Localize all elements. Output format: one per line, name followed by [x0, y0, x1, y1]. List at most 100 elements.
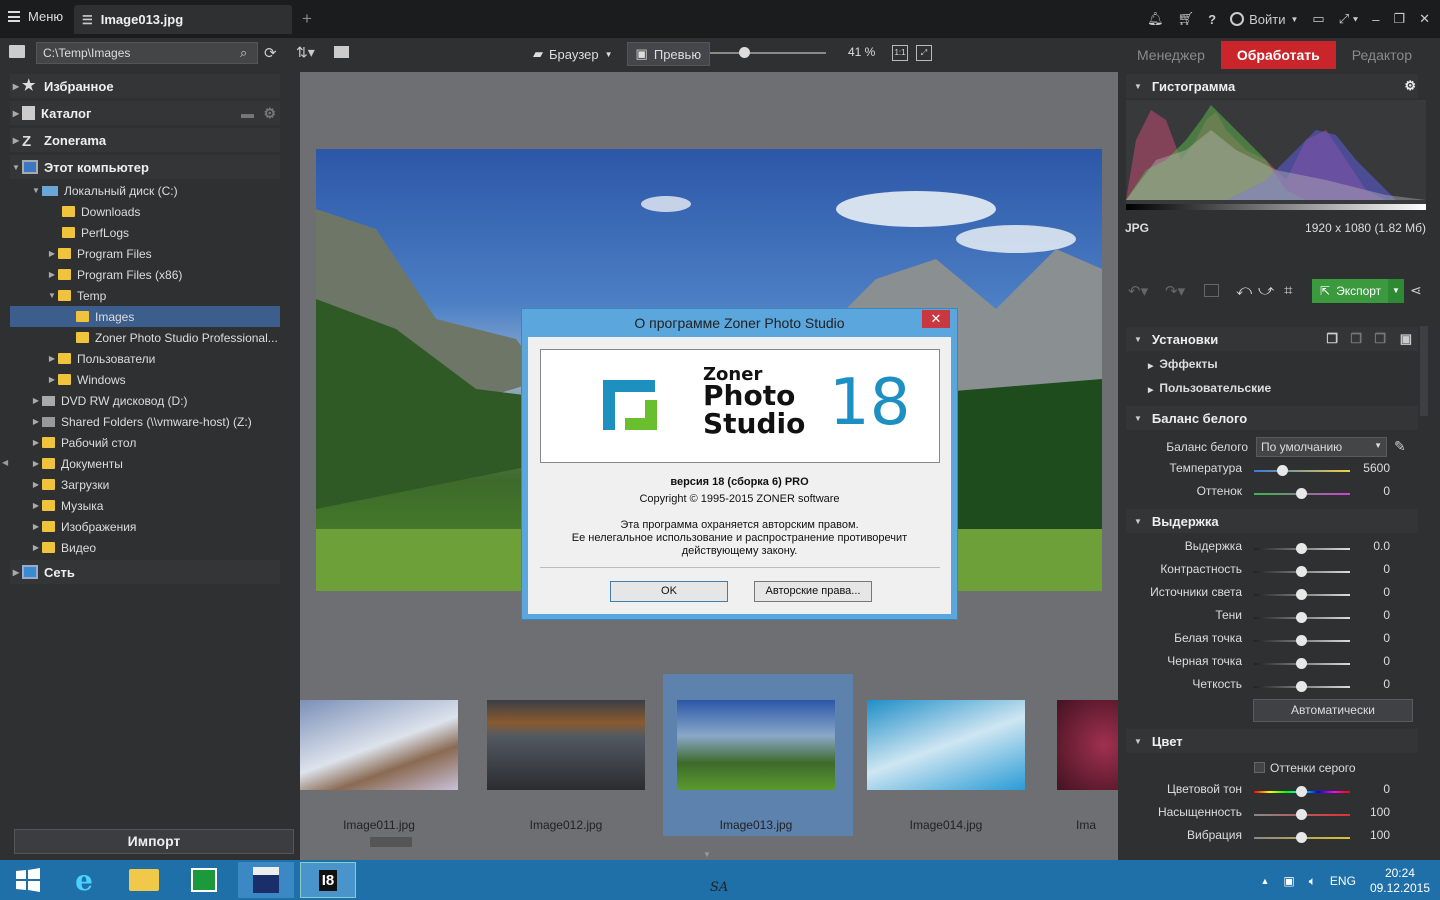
tree-this-pc[interactable]: ▼ Этот компьютер: [10, 155, 280, 179]
histogram-settings-icon[interactable]: ⚙: [1404, 78, 1416, 94]
slider-vibrance[interactable]: Вибрация 100: [1126, 828, 1416, 846]
search-icon[interactable]: ⌕: [240, 45, 247, 61]
tab-develop[interactable]: Обработать: [1220, 41, 1336, 69]
filmstrip-thumb[interactable]: Image012.jpg: [487, 674, 677, 836]
export-dropdown-button[interactable]: ▼: [1388, 279, 1404, 303]
tree-network[interactable]: ▶ Сеть: [10, 560, 280, 584]
slider-knob[interactable]: [1296, 832, 1307, 843]
tree-item[interactable]: PerfLogs: [50, 222, 320, 243]
tree-item[interactable]: ▶ DVD RW дисковод (D:): [30, 390, 300, 411]
slider-knob[interactable]: [1296, 681, 1307, 692]
paste-settings-icon[interactable]: ❐: [1350, 331, 1362, 347]
slider-hue[interactable]: Цветовой тон 0: [1126, 782, 1416, 800]
tree-item[interactable]: ▶ Windows: [46, 369, 316, 390]
filmstrip-thumb-selected[interactable]: Image013.jpg: [663, 674, 853, 836]
ie-taskbar-icon[interactable]: e: [56, 862, 112, 898]
clock[interactable]: 20:24 09.12.2015: [1370, 866, 1430, 896]
minimize-button[interactable]: ‒: [1372, 12, 1379, 27]
slider-knob[interactable]: [1296, 658, 1307, 669]
slider-shadows[interactable]: Тени 0: [1126, 608, 1416, 626]
bell-icon[interactable]: 🔔︎: [1147, 11, 1164, 27]
slider-knob[interactable]: [1277, 465, 1288, 476]
zoom-slider[interactable]: [710, 52, 826, 54]
eyedropper-icon[interactable]: ✎: [1394, 438, 1406, 455]
slider-exposure[interactable]: Выдержка 0.0: [1126, 539, 1416, 557]
tree-item[interactable]: ▶ Program Files (x86): [46, 264, 316, 285]
tab-manager[interactable]: Менеджер: [1121, 41, 1221, 69]
slider-highlights[interactable]: Источники света 0: [1126, 585, 1416, 603]
slider-knob[interactable]: [1296, 612, 1307, 623]
tab-editor[interactable]: Редактор: [1336, 41, 1428, 69]
tree-item[interactable]: ▶ Видео: [30, 537, 300, 558]
filmstrip-thumb[interactable]: Ima: [1057, 674, 1118, 836]
tree-item[interactable]: ▼ Temp: [46, 285, 316, 306]
slider-knob[interactable]: [1296, 635, 1307, 646]
tree-favorites[interactable]: ▶ ★ Избранное: [10, 74, 280, 98]
share-icon[interactable]: ⋖: [1410, 282, 1422, 299]
compare-icon[interactable]: [1204, 284, 1219, 297]
tree-zonerama[interactable]: ▶ Z Zonerama: [10, 128, 280, 152]
floppy-taskbar-icon[interactable]: [238, 862, 294, 898]
section-white-balance[interactable]: ▼ Баланс белого: [1126, 406, 1418, 430]
tree-item[interactable]: ▶ Изображения: [30, 516, 300, 537]
help-icon[interactable]: ?: [1208, 12, 1216, 27]
copy-settings-icon[interactable]: ❐: [1326, 331, 1338, 347]
slider-white-point[interactable]: Белая точка 0: [1126, 631, 1416, 649]
tree-item[interactable]: ▶ Program Files: [46, 243, 316, 264]
slider-knob[interactable]: [1296, 786, 1307, 797]
tree-item[interactable]: ▶ Shared Folders (\\vmware-host) (Z:): [30, 411, 300, 432]
crop-icon[interactable]: ⌗: [1284, 282, 1292, 299]
language-indicator[interactable]: ENG: [1330, 874, 1356, 888]
slider-contrast[interactable]: Контрастность 0: [1126, 562, 1416, 580]
slider-knob[interactable]: [1296, 566, 1307, 577]
tree-item[interactable]: ▼ Локальный диск (C:): [30, 180, 300, 201]
section-histogram[interactable]: ▼ Гистограмма ⚙: [1126, 74, 1418, 98]
undo-icon[interactable]: ↶▾: [1128, 282, 1148, 300]
tree-item[interactable]: ▶ Документы: [30, 453, 300, 474]
add-folder-icon[interactable]: ▬: [241, 106, 254, 121]
copyright-button[interactable]: Авторские права...: [754, 581, 872, 602]
slider-knob[interactable]: [1296, 589, 1307, 600]
panel-bottom-arrow[interactable]: ▼: [703, 850, 711, 859]
tree-catalog[interactable]: ▶ Каталог ▬ ⚙: [10, 101, 280, 125]
close-window-button[interactable]: ✕: [1419, 11, 1430, 27]
display-icon[interactable]: ▭: [1312, 11, 1324, 27]
fit-screen-button[interactable]: ⤢: [916, 45, 932, 61]
tree-item[interactable]: ▶ Загрузки: [30, 474, 300, 495]
duplicate-settings-icon[interactable]: ❐: [1374, 331, 1386, 347]
login-button[interactable]: Войти ▼: [1230, 12, 1298, 27]
gear-icon[interactable]: ⚙: [263, 105, 276, 122]
tree-item[interactable]: ▶ Рабочий стол: [30, 432, 300, 453]
section-presets[interactable]: ▼ Установки ❐ ❐ ❐ ▣: [1126, 327, 1418, 351]
tree-item-selected[interactable]: Images: [10, 306, 280, 327]
zps-taskbar-icon[interactable]: I8: [300, 862, 356, 898]
store-taskbar-icon[interactable]: [176, 862, 232, 898]
preview-button[interactable]: ▣ Превью: [626, 42, 711, 66]
slider-knob[interactable]: [1296, 809, 1307, 820]
section-color[interactable]: ▼ Цвет: [1126, 729, 1418, 753]
slider-saturation[interactable]: Насыщенность 100: [1126, 805, 1416, 823]
grayscale-checkbox[interactable]: [1254, 762, 1265, 773]
rotate-left-icon[interactable]: ⤺: [1236, 282, 1252, 299]
slider-temperature[interactable]: Температура 5600: [1126, 461, 1416, 479]
dialog-close-button[interactable]: ✕: [922, 310, 950, 328]
document-tab[interactable]: ☰ Image013.jpg: [74, 5, 292, 34]
user-presets-group[interactable]: ▶ Пользовательские: [1148, 381, 1271, 395]
path-field[interactable]: C:\Temp\Images: [36, 42, 258, 64]
auto-button[interactable]: Автоматически: [1253, 699, 1413, 722]
right-panel-scrollbar[interactable]: [1420, 326, 1428, 416]
fullscreen-icon[interactable]: ⤢ ▾: [1339, 11, 1358, 27]
refresh-icon[interactable]: ⟳: [264, 44, 277, 62]
new-tab-button[interactable]: +: [302, 9, 312, 29]
slider-clarity[interactable]: Четкость 0: [1126, 677, 1416, 695]
network-icon[interactable]: ▣: [1283, 874, 1294, 888]
slider-knob[interactable]: [1296, 488, 1307, 499]
restore-button[interactable]: ❐: [1393, 11, 1405, 27]
tree-item[interactable]: ▶ Музыка: [30, 495, 300, 516]
start-button[interactable]: [0, 862, 56, 898]
menu-button[interactable]: Меню: [8, 9, 63, 24]
panel-left-arrow[interactable]: ◀: [2, 458, 8, 467]
section-exposure[interactable]: ▼ Выдержка: [1126, 509, 1418, 533]
folder-up-icon[interactable]: [9, 45, 25, 58]
wb-preset-select[interactable]: По умолчанию ▼: [1256, 437, 1387, 457]
